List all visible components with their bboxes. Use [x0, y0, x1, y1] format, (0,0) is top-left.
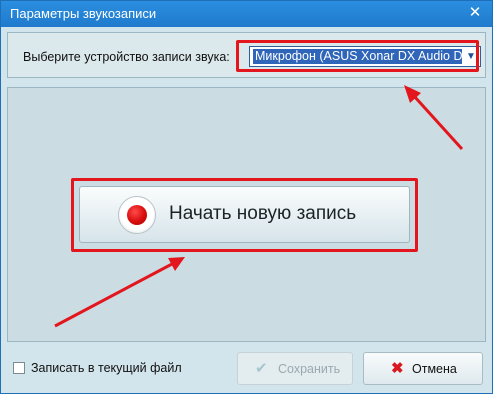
title-bar: Параметры звукозаписи ✕ [1, 1, 492, 27]
write-current-file-checkbox[interactable] [13, 362, 25, 374]
checkmark-icon: ✔ [255, 360, 268, 377]
annotation-box-device [236, 40, 479, 72]
window-title: Параметры звукозаписи [10, 6, 157, 21]
cancel-button[interactable]: ✖ Отмена [363, 352, 483, 385]
annotation-box-record [71, 178, 418, 252]
write-current-file-label: Записать в текущий файл [31, 361, 182, 375]
close-icon[interactable]: ✕ [464, 3, 486, 23]
close-icon: ✖ [391, 360, 404, 377]
save-button[interactable]: ✔ Сохранить [237, 352, 353, 385]
save-button-label: Сохранить [278, 362, 341, 376]
cancel-button-label: Отмена [412, 362, 457, 376]
device-label: Выберите устройство записи звука: [23, 50, 230, 64]
